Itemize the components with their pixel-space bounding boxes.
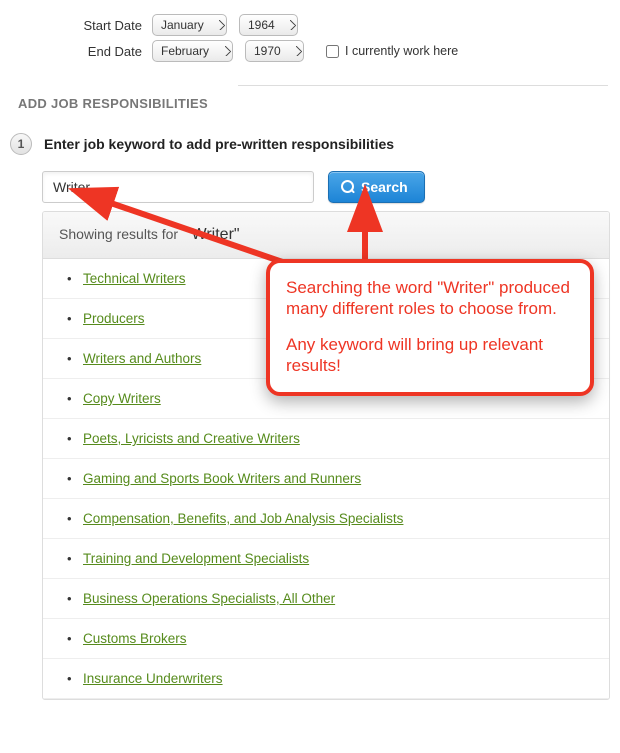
- result-item: Insurance Underwriters: [43, 659, 609, 699]
- start-date-row: Start Date January 1964: [70, 14, 620, 36]
- start-month-select[interactable]: January: [152, 14, 227, 36]
- section-title: ADD JOB RESPONSIBILITIES: [18, 96, 620, 111]
- end-month-select[interactable]: February: [152, 40, 233, 62]
- result-link[interactable]: Copy Writers: [83, 391, 161, 406]
- result-item: Gaming and Sports Book Writers and Runne…: [43, 459, 609, 499]
- result-item: Training and Development Specialists: [43, 539, 609, 579]
- result-link[interactable]: Compensation, Benefits, and Job Analysis…: [83, 511, 403, 526]
- annotation-callout: Searching the word "Writer" produced man…: [266, 259, 594, 396]
- result-link[interactable]: Gaming and Sports Book Writers and Runne…: [83, 471, 361, 486]
- search-button-label: Search: [361, 179, 408, 195]
- currently-work-checkbox[interactable]: [326, 45, 339, 58]
- search-icon: [341, 180, 355, 194]
- step-instruction: Enter job keyword to add pre-written res…: [44, 136, 394, 152]
- result-link[interactable]: Insurance Underwriters: [83, 671, 223, 686]
- end-date-row: End Date February 1970 I currently work …: [70, 40, 620, 62]
- end-date-label: End Date: [70, 44, 142, 59]
- result-link[interactable]: Writers and Authors: [83, 351, 201, 366]
- currently-work-label: I currently work here: [345, 44, 458, 58]
- result-link[interactable]: Producers: [83, 311, 145, 326]
- result-link[interactable]: Training and Development Specialists: [83, 551, 309, 566]
- result-item: Business Operations Specialists, All Oth…: [43, 579, 609, 619]
- step-row: 1 Enter job keyword to add pre-written r…: [10, 133, 620, 155]
- start-date-label: Start Date: [70, 18, 142, 33]
- search-button[interactable]: Search: [328, 171, 425, 203]
- annotation-text-1: Searching the word "Writer" produced man…: [286, 277, 574, 320]
- end-year-select[interactable]: 1970: [245, 40, 304, 62]
- result-item: Compensation, Benefits, and Job Analysis…: [43, 499, 609, 539]
- result-link[interactable]: Business Operations Specialists, All Oth…: [83, 591, 335, 606]
- annotation-text-2: Any keyword will bring up relevant resul…: [286, 334, 574, 377]
- result-item: Poets, Lyricists and Creative Writers: [43, 419, 609, 459]
- result-link[interactable]: Customs Brokers: [83, 631, 187, 646]
- result-item: Customs Brokers: [43, 619, 609, 659]
- start-year-select[interactable]: 1964: [239, 14, 298, 36]
- result-link[interactable]: Poets, Lyricists and Creative Writers: [83, 431, 300, 446]
- step-number-badge: 1: [10, 133, 32, 155]
